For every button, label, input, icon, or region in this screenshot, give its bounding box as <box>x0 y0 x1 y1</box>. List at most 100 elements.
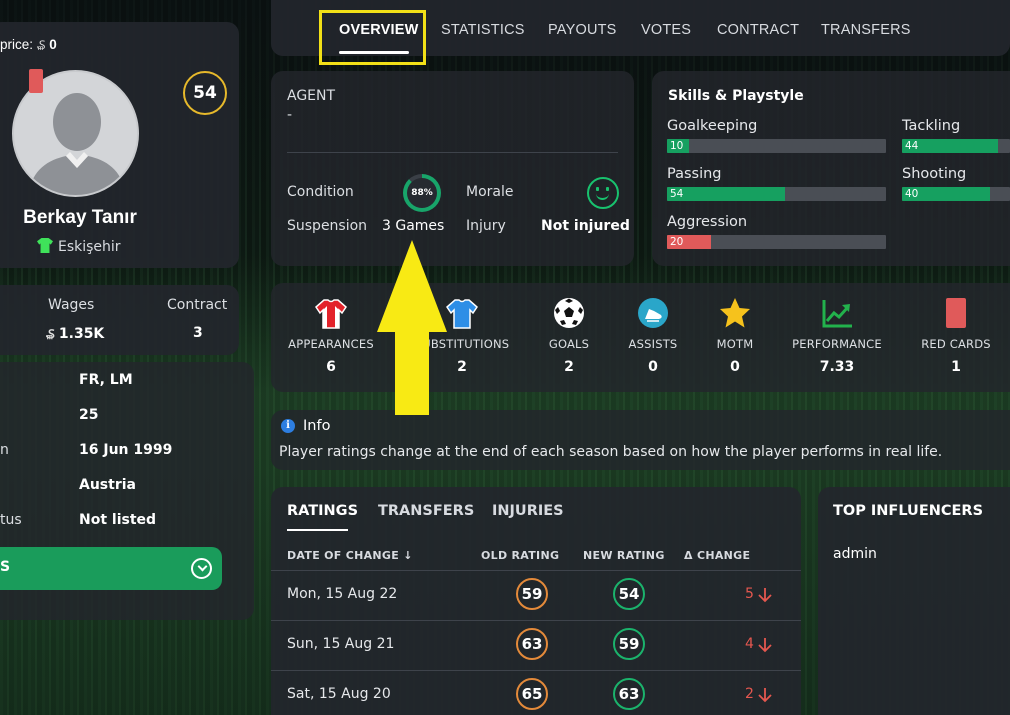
tab-transfers[interactable]: TRANSFERS <box>821 22 911 38</box>
suspension-value: 3 Games <box>382 218 445 234</box>
stat-label: PERFORMANCE <box>792 337 882 351</box>
annotation-highlight-box <box>319 10 426 65</box>
skill-value: 54 <box>670 188 684 200</box>
condition-ring: 88% <box>403 174 441 212</box>
stat-value: 0 <box>730 359 740 375</box>
green-shirt-icon <box>37 238 53 253</box>
header-change: Δ CHANGE <box>684 549 751 562</box>
suspension-label: Suspension <box>287 218 368 234</box>
red-shirt-icon <box>315 297 347 329</box>
subtab-transfers[interactable]: TRANSFERS <box>378 503 474 519</box>
new-rating-badge: 54 <box>613 578 645 610</box>
football-icon <box>553 297 585 329</box>
down-arrow-icon <box>758 688 772 703</box>
influencers-title: TOP INFLUENCERS <box>833 503 984 519</box>
tab-contract[interactable]: CONTRACT <box>717 22 799 38</box>
active-subtab-underline <box>287 529 348 531</box>
coin-icon: ₷ <box>36 38 46 52</box>
stat-label: MOTM <box>716 337 754 351</box>
table-row: Sun, 15 Aug 21 63 59 4 <box>271 620 801 670</box>
ratings-history-card: RATINGS TRANSFERS INJURIES DATE OF CHANG… <box>271 487 801 715</box>
rating-change: 5 <box>745 586 754 602</box>
skill-label: Shooting <box>902 166 967 182</box>
header-old-rating: OLD RATING <box>481 549 560 562</box>
position-value: FR, LM <box>79 372 133 388</box>
annotation-arrow-icon <box>377 240 447 415</box>
tab-payouts[interactable]: PAYOUTS <box>548 22 617 38</box>
boot-icon <box>637 297 669 329</box>
wages-value: ₷ 1.35K <box>46 326 105 342</box>
rating-change: 4 <box>745 636 754 652</box>
player-name: Berkay Tanır <box>23 207 137 228</box>
star-icon <box>719 297 751 329</box>
coin-icon: ₷ <box>46 327 59 341</box>
price-label: price: <box>0 37 34 52</box>
skill-value: 20 <box>670 236 684 248</box>
stat-value: 1 <box>951 359 961 375</box>
influencer-item[interactable]: admin <box>833 546 877 562</box>
tab-votes[interactable]: VOTES <box>641 22 691 38</box>
info-card: i Info Player ratings change at the end … <box>271 410 1010 470</box>
club-name: Eskişehir <box>58 239 121 255</box>
price-value: 0 <box>49 37 57 52</box>
info-text: Player ratings change at the end of each… <box>279 444 943 460</box>
info-title: Info <box>303 418 331 434</box>
rating-change: 2 <box>745 686 754 702</box>
condition-label: Condition <box>287 184 354 200</box>
injury-label: Injury <box>466 218 506 234</box>
skill-bar: 20 <box>667 235 886 249</box>
header-date-of-change[interactable]: DATE OF CHANGE ↓ <box>287 549 413 562</box>
skill-bar-fill <box>667 187 786 201</box>
stat-value: 7.33 <box>819 359 855 375</box>
skill-bar: 40 <box>902 187 1010 201</box>
info-icon: i <box>281 419 295 433</box>
old-rating-badge: 65 <box>516 678 548 710</box>
new-rating-badge: 59 <box>613 628 645 660</box>
sort-down-arrow-icon: ↓ <box>403 549 413 562</box>
smiley-face-icon <box>587 177 619 209</box>
contract-label: Contract <box>167 297 228 313</box>
old-rating-badge: 59 <box>516 578 548 610</box>
skill-bar: 44 <box>902 139 1010 153</box>
action-button-label: S <box>0 559 11 575</box>
agent-value: - <box>287 107 293 123</box>
status-value: Not listed <box>79 512 157 528</box>
agent-label: AGENT <box>287 88 336 104</box>
skill-bar: 54 <box>667 187 886 201</box>
stat-label: APPEARANCES <box>288 337 374 351</box>
dob-value: 16 Jun 1999 <box>79 442 173 458</box>
row-date: Sun, 15 Aug 21 <box>287 636 395 652</box>
status-label: tus <box>0 512 22 528</box>
skill-value: 10 <box>670 140 684 152</box>
skills-title: Skills & Playstyle <box>668 88 804 104</box>
injury-value: Not injured <box>541 218 630 234</box>
player-club[interactable]: Eskişehir <box>37 238 121 255</box>
down-arrow-icon <box>758 638 772 653</box>
stat-value: 6 <box>326 359 336 375</box>
age-value: 25 <box>79 407 99 423</box>
table-row: Mon, 15 Aug 22 59 54 5 <box>271 570 801 620</box>
player-rating-badge: 54 <box>183 71 227 115</box>
row-date: Mon, 15 Aug 22 <box>287 586 398 602</box>
table-row: Sat, 15 Aug 20 65 63 2 <box>271 670 801 715</box>
action-button[interactable]: S <box>0 547 222 590</box>
blue-shirt-icon <box>446 297 478 329</box>
header-new-rating: NEW RATING <box>583 549 665 562</box>
skill-value: 40 <box>905 188 919 200</box>
down-arrow-icon <box>758 588 772 603</box>
subtab-injuries[interactable]: INJURIES <box>492 503 564 519</box>
tab-statistics[interactable]: STATISTICS <box>441 22 525 38</box>
trend-chart-icon <box>821 297 853 329</box>
skill-label: Aggression <box>667 214 748 230</box>
download-circle-icon <box>191 558 212 579</box>
skill-value: 44 <box>905 140 919 152</box>
top-influencers-card: TOP INFLUENCERS admin <box>818 487 1010 715</box>
morale-label: Morale <box>466 184 514 200</box>
subtab-ratings[interactable]: RATINGS <box>287 503 358 519</box>
skill-label: Tackling <box>902 118 961 134</box>
agent-divider <box>287 152 618 153</box>
skill-bar: 10 <box>667 139 886 153</box>
dob-label: n <box>0 442 9 458</box>
red-card-icon <box>940 297 972 329</box>
stat-label: RED CARDS <box>921 337 991 351</box>
